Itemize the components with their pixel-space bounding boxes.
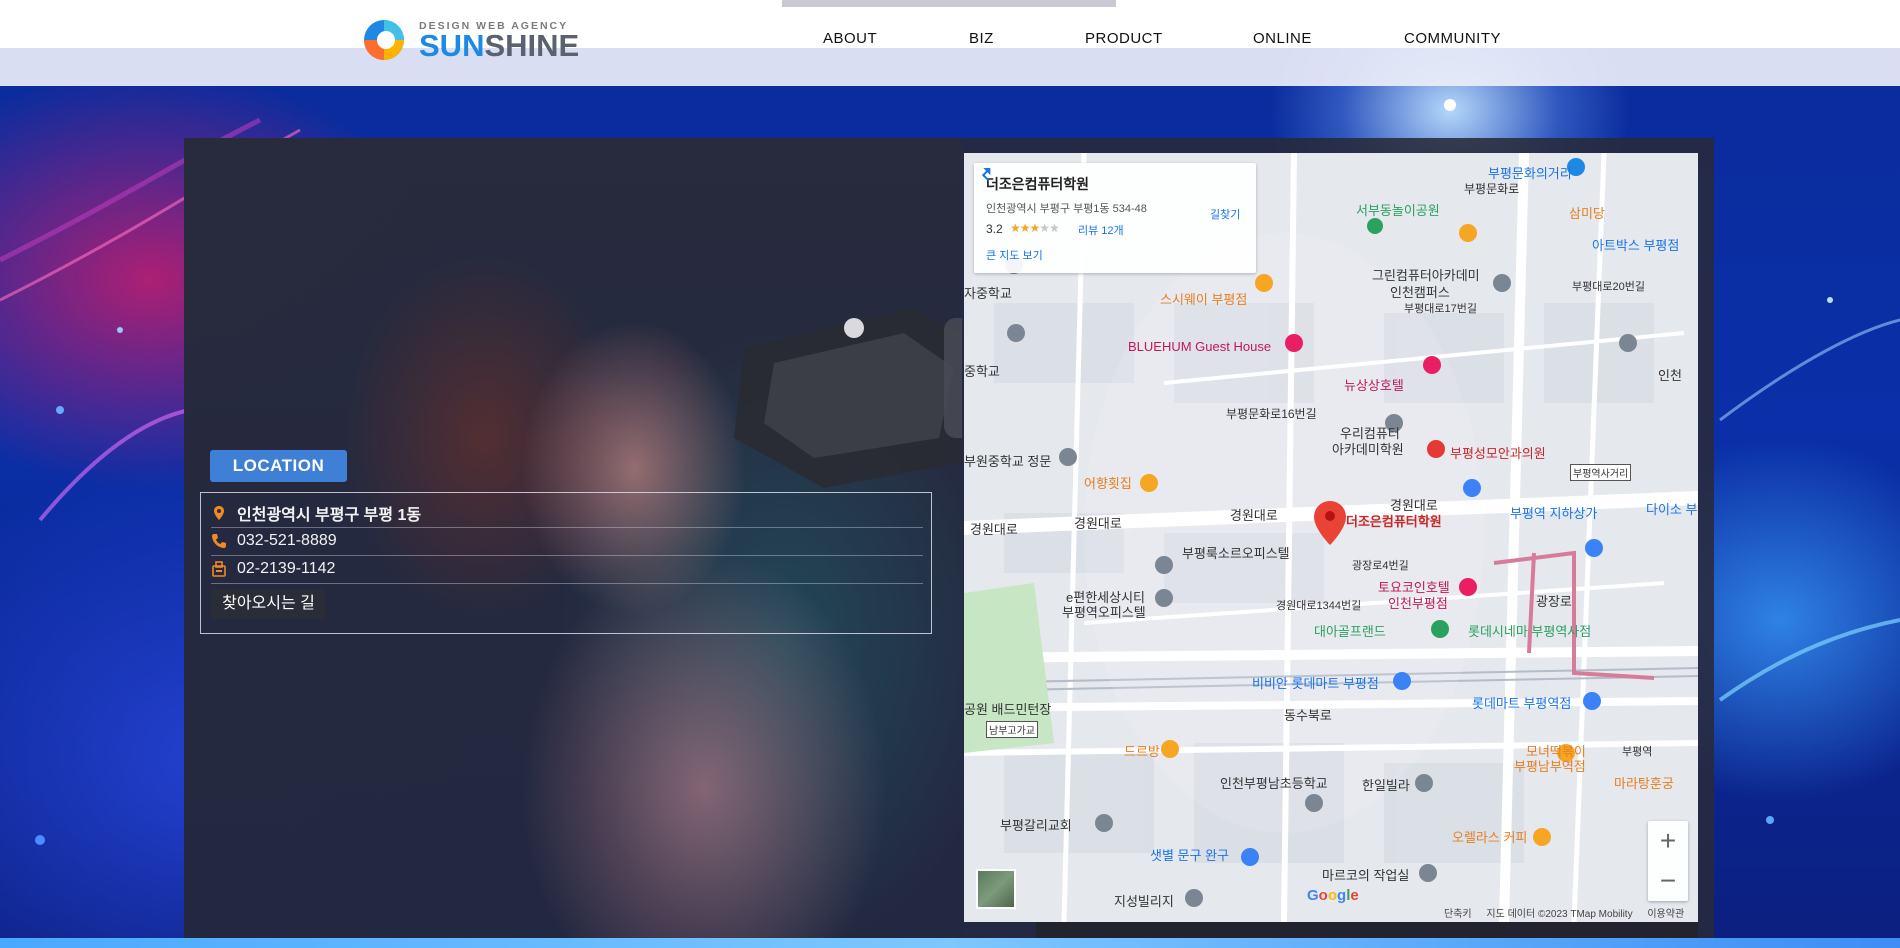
satellite-toggle[interactable] (976, 869, 1016, 909)
panel-bottom-strip (1036, 922, 1698, 938)
map-label: 지성빌리지 (1114, 894, 1174, 909)
header-tab-indicator (782, 0, 1116, 7)
zoom-controls: + − (1648, 821, 1688, 901)
map-label: 부평역 (1622, 746, 1653, 758)
map-label: 인천캠퍼스 (1390, 285, 1450, 300)
map-label: 경원대로 (1074, 516, 1122, 531)
map-footer: 단축키 지도 데이터 ©2023 TMap Mobility 이용약관 (1444, 905, 1696, 920)
map-label: 광장로4번길 (1352, 560, 1409, 572)
fax-icon (212, 561, 226, 577)
map-label: 서부동놀이공원 (1356, 203, 1440, 218)
map-label: BLUEHUM Guest House (1128, 339, 1272, 354)
map-label: 롯데시네마 부평역사점 (1468, 624, 1592, 639)
map-label: 다이소 부 (1646, 502, 1698, 517)
map-label: 오렐라스 커피 (1452, 830, 1528, 845)
map-label: 부원중학교 정문 (964, 454, 1052, 469)
nav-community[interactable]: COMMUNITY (1404, 30, 1501, 47)
map-label: 인천부평남초등학교 (1220, 776, 1328, 791)
phone-text[interactable]: 032-521-8889 (237, 532, 337, 550)
phone-row: 032-521-8889 (211, 527, 923, 556)
address-row: 인천광역시 부평구 부평 1동 (211, 499, 923, 528)
map-label: 남부고가교 (986, 721, 1038, 738)
google-map[interactable]: 부평문화의거리 부평문화로 서부동놀이공원 삼미당 아트박스 부평점 그린컴퓨터… (964, 153, 1698, 922)
map-label: 비비안 롯데마트 부평점 (1252, 676, 1379, 691)
address-text: 인천광역시 부평구 부평 1동 (237, 507, 422, 524)
map-label: 동수북로 (1284, 708, 1332, 723)
map-label: 샛별 문구 완구 (1150, 848, 1229, 863)
place-title: 더조은컴퓨터학원 (986, 176, 1090, 192)
map-label: 자중학교 (964, 286, 1012, 301)
directions-icon[interactable] (974, 163, 994, 183)
map-label: 경원대로 (970, 522, 1018, 537)
place-card: 더조은컴퓨터학원 인천광역시 부평구 부평1동 534-48 3.2 ★★★★★… (974, 163, 1256, 273)
map-label: 아카데미학원 (1332, 442, 1404, 457)
map-label: 뉴상상호텔 (1344, 378, 1404, 393)
map-label: 광장로 (1536, 594, 1572, 609)
reviews-link[interactable]: 리뷰 12개 (1078, 222, 1124, 238)
map-label: 중학교 (964, 364, 1000, 379)
map-label: 아트박스 부평점 (1592, 238, 1680, 253)
map-label: 대아골프랜드 (1314, 624, 1386, 639)
map-label: 공원 배드민턴장 (964, 702, 1052, 717)
nav-about[interactable]: ABOUT (823, 30, 877, 47)
nav-biz[interactable]: BIZ (969, 30, 994, 47)
map-label: 부평성모안과의원 (1450, 446, 1546, 461)
zoom-out-button[interactable]: − (1648, 861, 1688, 901)
phone-icon (212, 534, 226, 548)
map-label: 마라탕훈궁 (1614, 776, 1674, 791)
zoom-in-button[interactable]: + (1648, 821, 1688, 861)
vr-headset-image (734, 308, 962, 488)
map-label: 마르코의 작업실 (1322, 868, 1410, 883)
map-label: 부평대로20번길 (1572, 281, 1645, 293)
map-label: 부평역오피스텔 (1062, 605, 1146, 620)
directions-link[interactable]: 길찾기 (1210, 206, 1240, 222)
map-label: 부평대로17번길 (1404, 303, 1477, 315)
nav-product[interactable]: PRODUCT (1085, 30, 1163, 47)
map-label: 스시웨이 부평점 (1160, 292, 1248, 307)
map-label: 인천부평점 (1388, 596, 1448, 611)
map-label: 인천 (1658, 368, 1682, 383)
map-label: 부평역사거리 (1570, 464, 1632, 481)
directions-button[interactable]: 찾아오시는 길 (211, 589, 326, 619)
map-label: 부평역 지하상가 (1510, 506, 1598, 521)
map-pin-label: 더조은컴퓨터학원 (1346, 514, 1442, 529)
map-label: 부평문화로16번길 (1226, 407, 1317, 421)
map-label: 한일빌라 (1362, 778, 1410, 793)
google-logo: Google (1307, 887, 1359, 904)
map-pin-icon (214, 506, 224, 520)
terms-link[interactable]: 이용약관 (1647, 909, 1684, 920)
map-label: 드르방 (1124, 744, 1160, 759)
map-label: 부평갈리교회 (1000, 818, 1072, 833)
map-label: 부평룩소르오피스텔 (1182, 546, 1290, 561)
map-label: 삼미당 (1569, 206, 1605, 221)
main-nav: ABOUT BIZ PRODUCT ONLINE COMMUNITY (0, 30, 1900, 50)
view-larger-map-link[interactable]: 큰 지도 보기 (986, 247, 1043, 263)
map-data-attribution: 지도 데이터 ©2023 TMap Mobility (1486, 909, 1633, 920)
map-label: 경원대로1344번길 (1276, 600, 1362, 612)
rating-stars-icon: ★★★★★ (1010, 221, 1060, 235)
fax-row: 02-2139-1142 (211, 555, 923, 584)
header-band (0, 48, 1900, 86)
place-address: 인천광역시 부평구 부평1동 534-48 (986, 203, 1147, 215)
map-label: 롯데마트 부평역점 (1472, 696, 1572, 711)
map-label: 어향횟집 (1084, 476, 1132, 491)
location-info-box: 인천광역시 부평구 부평 1동 032-521-8889 02-2139-114… (200, 492, 932, 634)
bottom-glow (0, 938, 1900, 948)
map-label: 부평남부역점 (1514, 759, 1586, 774)
map-label: 경원대로 (1230, 508, 1278, 523)
fax-text: 02-2139-1142 (237, 560, 336, 577)
place-rating: 3.2 (986, 222, 1003, 236)
keyboard-shortcuts-link[interactable]: 단축키 (1444, 909, 1472, 920)
map-label: 부평문화로 (1464, 182, 1520, 196)
nav-online[interactable]: ONLINE (1253, 30, 1312, 47)
location-badge: LOCATION (210, 450, 347, 482)
